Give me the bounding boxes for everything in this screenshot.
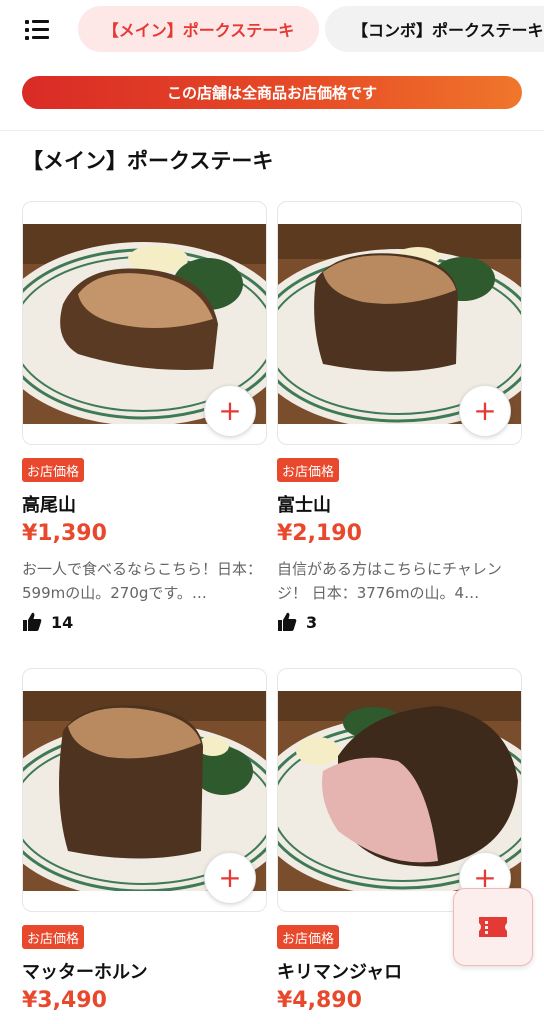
product-name: キリマンジャロ	[277, 962, 403, 983]
product-price: ¥2,190	[277, 521, 362, 546]
add-to-cart-button[interactable]: +	[459, 385, 511, 437]
product-price: ¥4,890	[277, 988, 362, 1013]
plus-icon: +	[218, 861, 242, 894]
product-name: 富士山	[277, 495, 331, 516]
ticket-icon	[479, 917, 507, 937]
top-bar: 【メイン】ポークステーキ 【コンボ】ポークステーキ	[0, 0, 544, 60]
store-price-badge: お店価格	[22, 925, 85, 949]
product-name: マッターホルン	[22, 962, 148, 983]
tab-main-pork-steak[interactable]: 【メイン】ポークステーキ	[78, 6, 319, 52]
list-menu-icon[interactable]	[22, 16, 52, 42]
add-to-cart-button[interactable]: +	[204, 385, 256, 437]
divider	[0, 130, 544, 131]
product-image-frame: +	[277, 201, 522, 445]
like-count[interactable]: 3	[277, 611, 317, 633]
product-price: ¥3,490	[22, 988, 107, 1013]
store-price-banner: この店舗は全商品お店価格です	[22, 76, 522, 109]
like-count[interactable]: 14	[22, 611, 73, 633]
like-count-value: 3	[306, 612, 318, 632]
like-count-value: 14	[51, 612, 74, 632]
plus-icon: +	[473, 394, 497, 427]
product-description: お一人で食べるならこちら！日本：599mの山。270gです。…	[22, 560, 262, 602]
ticket-button[interactable]	[453, 888, 533, 966]
product-image-frame: +	[277, 668, 522, 912]
product-name: 高尾山	[22, 495, 76, 516]
product-price: ¥1,390	[22, 521, 107, 546]
store-price-badge: お店価格	[22, 458, 85, 482]
product-description: 自信がある方はこちらにチャレンジ！ 日本：3776mの山。4…	[277, 560, 502, 602]
section-title: 【メイン】ポークステーキ	[22, 149, 274, 173]
plus-icon: +	[218, 394, 242, 427]
product-image-frame: +	[22, 668, 267, 912]
store-price-badge: お店価格	[277, 458, 340, 482]
add-to-cart-button[interactable]: +	[204, 852, 256, 904]
store-price-badge: お店価格	[277, 925, 340, 949]
thumbs-up-icon	[23, 612, 42, 631]
product-image-frame: +	[22, 201, 267, 445]
thumbs-up-icon	[278, 612, 297, 631]
tab-combo-pork-steak[interactable]: 【コンボ】ポークステーキ	[325, 6, 544, 52]
